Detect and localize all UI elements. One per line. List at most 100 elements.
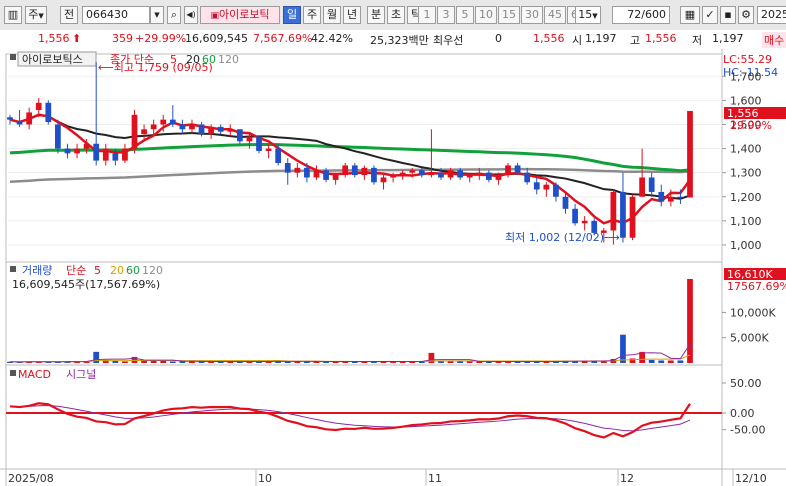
candle-body <box>543 184 550 190</box>
interval-button-30[interactable]: 30 <box>521 6 543 24</box>
volume-bar <box>466 361 473 363</box>
candle-body <box>533 182 540 190</box>
indicator-icon[interactable]: ▦ <box>680 6 700 24</box>
high-annotation-text: ⟵최고 1,759 (09/05) <box>98 61 213 74</box>
candle-body <box>83 143 90 149</box>
candle-body <box>677 196 684 198</box>
period-tab-2[interactable]: 월 <box>323 6 341 24</box>
bar-count-input[interactable]: 72/600 <box>612 6 670 24</box>
macd-collapse-icon[interactable] <box>10 370 16 376</box>
lc-label: LC:55.29 <box>723 53 772 66</box>
market-label: 주 <box>28 8 39 21</box>
scope-button[interactable]: 전 <box>60 6 78 24</box>
volume-bar <box>629 358 636 363</box>
candle-body <box>7 117 13 120</box>
candle-body <box>275 148 282 164</box>
candle-body <box>313 170 320 178</box>
search-icon[interactable]: ⌕ <box>167 6 181 24</box>
volume-bar <box>160 360 167 363</box>
gear-icon[interactable]: ⚙ <box>738 6 754 24</box>
alert-icon: ▣ <box>210 11 219 21</box>
candle-body <box>304 167 310 178</box>
volume-collapse-icon[interactable] <box>10 266 16 272</box>
collapse-icon[interactable] <box>10 54 16 60</box>
date-value: 2025/ <box>761 8 786 21</box>
candle-body <box>141 129 147 135</box>
candle-body <box>169 119 176 125</box>
trade-amount: 25,323백만 <box>370 34 429 47</box>
interval-button-5[interactable]: 5 <box>456 6 474 24</box>
low-annotation-text: 최저 1,002 (12/02)⟶ <box>505 231 620 244</box>
candle-body <box>361 167 368 176</box>
candle-body <box>610 191 617 231</box>
period-tab-5[interactable]: 초 <box>387 6 405 24</box>
layout-icon[interactable]: ▥ <box>4 6 22 24</box>
date-input[interactable]: 2025/ <box>757 6 786 24</box>
best-price: 1,556 <box>533 32 565 45</box>
price-tick-label: 1,000 <box>730 239 762 252</box>
stock-tag: 아이로보틱스 <box>22 53 83 66</box>
speaker-icon[interactable]: ◀) <box>184 6 198 24</box>
chart-area[interactable]: 아이로보틱스 종가 단순 5 20 60 120 LC:55.29 HC:-11.54… <box>0 49 786 486</box>
volume-bar <box>447 361 454 363</box>
code-dropdown-icon[interactable]: ▼ <box>150 6 164 24</box>
price-tick-label: 1,700 <box>730 70 762 83</box>
volume-bar <box>112 360 119 363</box>
macd-tick-label: 50.00 <box>730 377 762 390</box>
volume-bar <box>648 359 655 363</box>
volume-bar <box>457 361 464 363</box>
candle-body <box>486 172 492 180</box>
turnover-rate: 42.42% <box>311 32 353 45</box>
interval-button-3[interactable]: 3 <box>437 6 455 24</box>
candle-body <box>438 172 444 178</box>
open-label: 시 <box>572 34 583 47</box>
custom-interval-value: 15 <box>578 8 593 21</box>
volume-last-pct: 17567.69% <box>727 280 786 293</box>
candle-body <box>265 148 272 151</box>
candle-body <box>16 120 23 125</box>
high-note: 최고 1,759 (09/05) <box>114 61 213 74</box>
candle-body <box>246 136 253 142</box>
candle-body <box>687 110 693 198</box>
candle-body <box>150 124 157 130</box>
price-tick-label: 1,100 <box>730 215 762 228</box>
interval-button-15[interactable]: 15 <box>498 6 520 24</box>
high-label: 고 <box>630 34 641 47</box>
stock-name-button[interactable]: ▣아이로보틱 <box>200 6 280 24</box>
chevron-down-icon: ▼ <box>592 12 598 20</box>
period-tab-3[interactable]: 년 <box>343 6 361 24</box>
candle-body <box>131 114 138 149</box>
interval-button-45[interactable]: 45 <box>544 6 566 24</box>
interval-button-10[interactable]: 10 <box>475 6 497 24</box>
candle-body <box>26 112 33 125</box>
candle-body <box>112 153 119 161</box>
stock-name-label: 아이로보틱 <box>218 8 270 21</box>
compare-icon[interactable]: ✓ <box>702 6 718 24</box>
volume-ratio: 7,567.69% <box>253 32 313 45</box>
code-input[interactable]: 066430 <box>82 6 150 24</box>
period-tab-0[interactable]: 일 <box>283 6 301 24</box>
save-icon[interactable]: ▪ <box>720 6 736 24</box>
candle-body <box>399 172 406 176</box>
candle-body <box>74 148 80 154</box>
x-axis-label: 10 <box>258 472 272 485</box>
volume-bar <box>667 360 674 363</box>
macd-title: MACD <box>18 368 51 381</box>
custom-interval-select[interactable]: 15▼ <box>575 6 601 24</box>
period-tab-1[interactable]: 주 <box>303 6 321 24</box>
volume-legend-title: 단순 <box>66 264 86 277</box>
macd-signal-label: 시그널 <box>66 368 96 381</box>
period-tab-4[interactable]: 분 <box>367 6 385 24</box>
interval-button-1[interactable]: 1 <box>418 6 436 24</box>
candle-body <box>351 165 358 176</box>
buy-side-label[interactable]: 매수 <box>762 32 786 48</box>
candle-body <box>332 175 339 180</box>
market-select[interactable]: 주▼ <box>25 6 47 24</box>
volume-value: 16,609,545 <box>185 32 248 45</box>
volume-tick-label: 5,000K <box>730 332 769 345</box>
candle-body <box>639 177 645 197</box>
x-axis-label: 2025/08 <box>8 472 54 485</box>
candle-body <box>189 124 195 130</box>
volume-title: 거래량 <box>22 264 52 277</box>
price-ma-label-120: 120 <box>218 53 239 66</box>
